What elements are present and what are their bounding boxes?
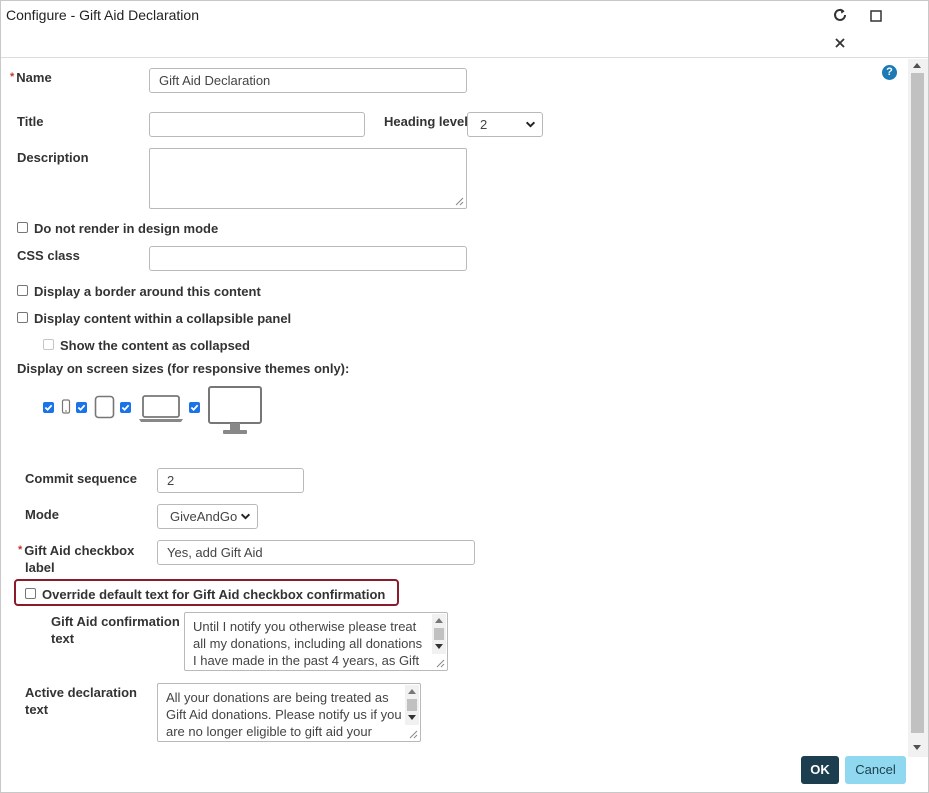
scroll-down-icon[interactable] [913, 745, 921, 750]
scroll-down-icon [408, 715, 416, 720]
scroll-up-icon [408, 689, 416, 694]
textarea-scroll-thumb[interactable] [434, 628, 444, 640]
ok-button[interactable]: OK [801, 756, 839, 784]
tablet-icon [94, 395, 115, 419]
textarea-scrollbar[interactable] [405, 685, 419, 725]
declaration-line: are no longer eligible to gift aid your [166, 724, 372, 739]
gift-aid-checkbox-label-line2: label [25, 560, 55, 575]
override-default-checkbox[interactable] [25, 588, 36, 599]
phone-icon [61, 399, 71, 414]
resize-grip-icon [455, 197, 464, 206]
cancel-button[interactable]: Cancel [845, 756, 906, 784]
heading-level-label: Heading level [384, 114, 468, 129]
mode-value: GiveAndGo [170, 509, 238, 524]
desktop-checkbox[interactable] [189, 402, 200, 413]
heading-level-select[interactable]: 2 [467, 112, 543, 137]
screen-sizes-label: Display on screen sizes (for responsive … [17, 361, 350, 376]
description-textarea[interactable] [149, 148, 467, 209]
help-icon[interactable]: ? [882, 65, 897, 80]
chevron-down-icon [240, 513, 251, 520]
tablet-checkbox[interactable] [76, 402, 87, 413]
confirmation-textarea[interactable]: Until I notify you otherwise please trea… [184, 612, 448, 671]
active-declaration-label-line2: text [25, 702, 49, 717]
resize-grip-icon [409, 730, 418, 739]
mode-select[interactable]: GiveAndGo [157, 504, 258, 529]
scroll-up-icon [435, 618, 443, 623]
dialog-title: Configure - Gift Aid Declaration [6, 7, 199, 23]
close-icon[interactable] [831, 34, 849, 52]
do-not-render-checkbox[interactable] [17, 222, 28, 233]
show-collapsed-label: Show the content as collapsed [60, 338, 250, 353]
main-scroll-thumb[interactable] [911, 73, 924, 733]
gift-aid-checkbox-label-input[interactable]: Yes, add Gift Aid [157, 540, 475, 565]
show-collapsed-checkbox[interactable] [43, 339, 54, 350]
description-label: Description [17, 150, 89, 165]
active-declaration-textarea[interactable]: All your donations are being treated as … [157, 683, 421, 742]
phone-checkbox[interactable] [43, 402, 54, 413]
css-class-input[interactable] [149, 246, 467, 271]
scroll-up-icon[interactable] [913, 63, 921, 68]
textarea-scrollbar[interactable] [432, 614, 446, 654]
textarea-scroll-thumb[interactable] [407, 699, 417, 711]
resize-grip-icon [436, 659, 445, 668]
declaration-line: Gift Aid donations. Please notify us if … [166, 707, 402, 722]
declaration-line: All your donations are being treated as [166, 690, 389, 705]
gift-aid-checkbox-label: * Gift Aid checkbox [18, 543, 135, 558]
confirmation-line: I have made in the past 4 years, as Gift [193, 653, 420, 668]
display-border-label: Display a border around this content [34, 284, 261, 299]
commit-sequence-input[interactable]: 2 [157, 468, 304, 493]
confirmation-text-label: Gift Aid confirmation [51, 614, 180, 629]
collapsible-panel-checkbox[interactable] [17, 312, 28, 323]
configure-dialog: Configure - Gift Aid Declaration ? * Name… [0, 0, 929, 793]
chevron-down-icon [525, 121, 536, 128]
laptop-checkbox[interactable] [120, 402, 131, 413]
override-default-label: Override default text for Gift Aid check… [42, 587, 386, 602]
main-scrollbar[interactable] [908, 59, 928, 757]
confirmation-line: all my donations, including all donation… [193, 636, 423, 651]
laptop-icon [139, 395, 183, 422]
required-marker: * [10, 71, 15, 83]
confirmation-text-label-line2: text [51, 631, 75, 646]
heading-level-value: 2 [480, 117, 488, 132]
required-marker: * [18, 544, 23, 556]
name-label: * Name [10, 69, 52, 86]
mode-label: Mode [25, 507, 59, 522]
title-bar: Configure - Gift Aid Declaration [1, 1, 928, 58]
commit-sequence-label: Commit sequence [25, 471, 137, 486]
display-border-checkbox[interactable] [17, 285, 28, 296]
scroll-down-icon [435, 644, 443, 649]
maximize-icon[interactable] [867, 7, 885, 25]
name-input[interactable]: Gift Aid Declaration [149, 68, 467, 93]
active-declaration-label: Active declaration [25, 685, 137, 700]
title-input[interactable] [149, 112, 365, 137]
desktop-monitor-icon [208, 386, 262, 434]
name-label-text: Name [16, 70, 52, 85]
collapsible-panel-label: Display content within a collapsible pan… [34, 311, 292, 326]
do-not-render-label: Do not render in design mode [34, 221, 219, 236]
confirmation-line: Until I notify you otherwise please trea… [193, 619, 417, 634]
refresh-icon[interactable] [831, 6, 849, 24]
title-label: Title [17, 114, 44, 129]
css-class-label: CSS class [17, 248, 80, 263]
